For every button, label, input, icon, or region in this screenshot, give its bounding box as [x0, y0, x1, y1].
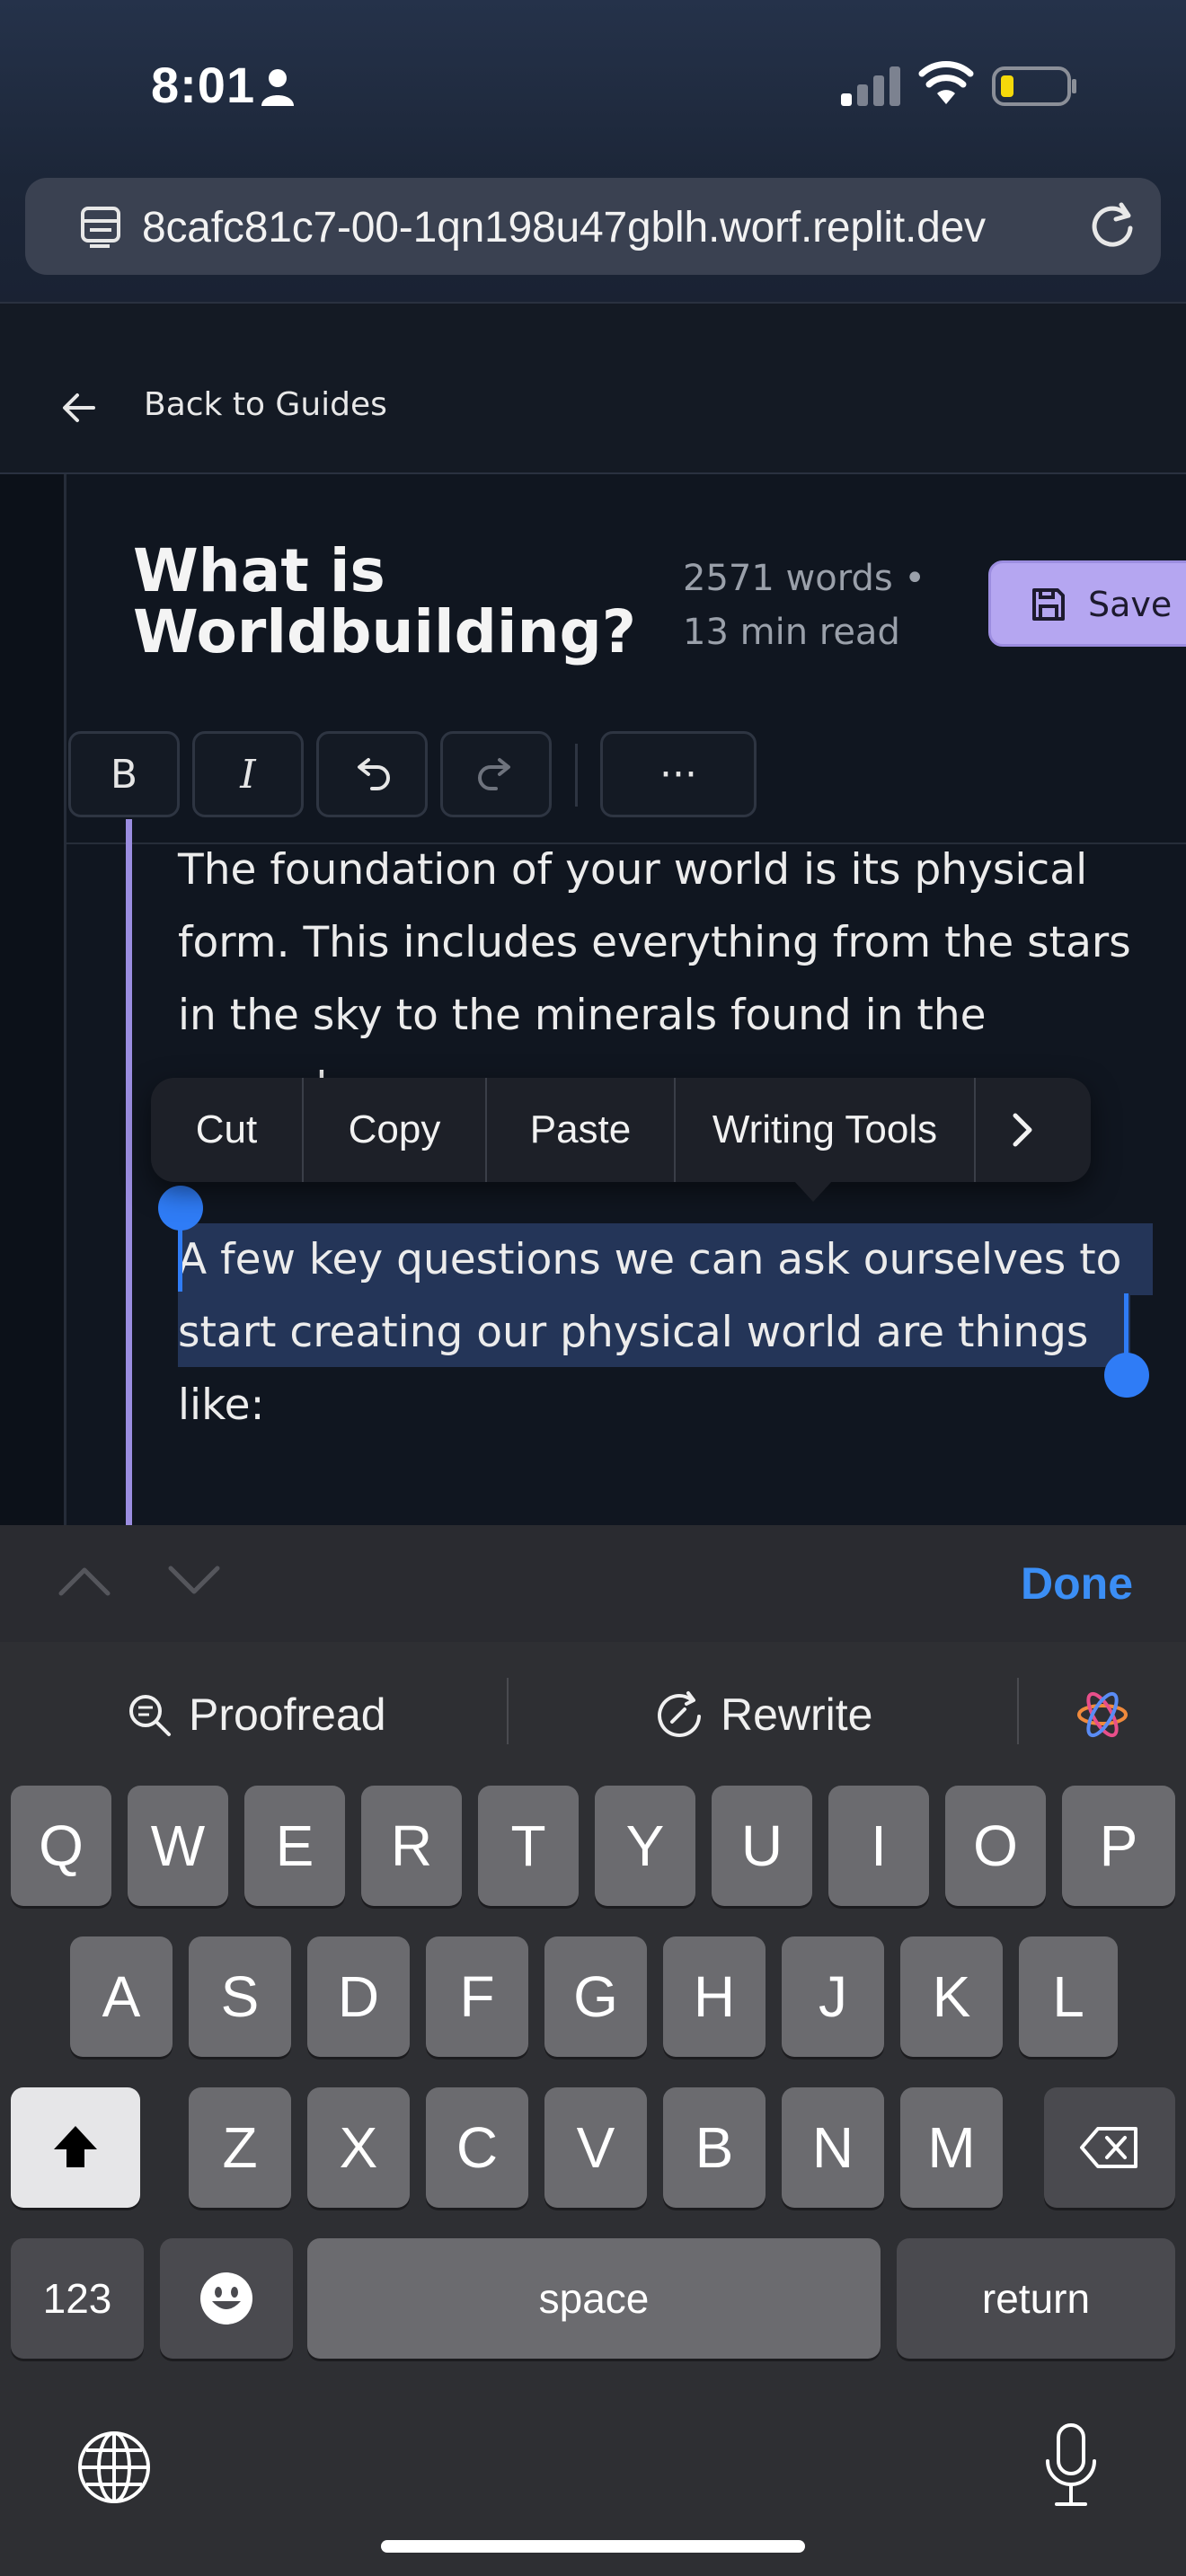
- key-o[interactable]: O: [945, 1786, 1046, 1906]
- key-i[interactable]: I: [828, 1786, 929, 1906]
- reading-meta: 2571 words • 13 min read: [683, 551, 943, 659]
- cellular-signal-icon: [841, 66, 900, 106]
- key-g[interactable]: G: [544, 1936, 647, 2057]
- key-p[interactable]: P: [1062, 1786, 1175, 1906]
- save-icon: [1032, 588, 1065, 621]
- status-time: 8:01: [151, 57, 256, 113]
- return-key[interactable]: return: [897, 2238, 1175, 2359]
- key-n[interactable]: N: [782, 2087, 884, 2208]
- address-bar[interactable]: 8cafc81c7-00-1qn198u47gblh.worf.replit.d…: [25, 178, 1161, 275]
- content-accent-bar: [126, 819, 132, 1525]
- selection-start-handle[interactable]: [158, 1186, 203, 1231]
- chevron-right-icon[interactable]: [996, 1103, 1049, 1157]
- redo-icon: [478, 758, 510, 790]
- proofread-icon: [129, 1695, 171, 1736]
- key-x[interactable]: X: [307, 2087, 410, 2208]
- key-h[interactable]: H: [663, 1936, 766, 2057]
- back-arrow-icon[interactable]: [61, 390, 97, 426]
- keyboard-accessory-bar: Done: [0, 1525, 1186, 1642]
- key-b[interactable]: B: [663, 2087, 766, 2208]
- page-menu-icon[interactable]: [77, 201, 128, 251]
- menu-item-copy[interactable]: Copy: [304, 1078, 487, 1182]
- selection-end-handle[interactable]: [1104, 1353, 1149, 1398]
- key-v[interactable]: V: [544, 2087, 647, 2208]
- editor-panel: What is Worldbuilding? 2571 words • 13 m…: [0, 474, 1186, 1525]
- save-label: Save: [1088, 585, 1173, 624]
- italic-button[interactable]: I: [192, 731, 304, 817]
- apple-intelligence-icon[interactable]: [1075, 1687, 1130, 1742]
- done-button[interactable]: Done: [1021, 1557, 1133, 1610]
- rewrite-button[interactable]: Rewrite: [654, 1689, 872, 1741]
- globe-icon[interactable]: [75, 2429, 153, 2506]
- microphone-icon[interactable]: [1042, 2422, 1100, 2510]
- delete-key[interactable]: [1044, 2087, 1175, 2208]
- app-header: Back to Guides: [0, 302, 1186, 474]
- key-d[interactable]: D: [307, 1936, 410, 2057]
- status-and-url-bar: 8:01 8cafc81c7-00-1qn198u47gblh.worf.rep…: [0, 0, 1186, 302]
- redo-button[interactable]: [440, 731, 552, 817]
- key-f[interactable]: F: [426, 1936, 528, 2057]
- menu-item-cut[interactable]: Cut: [151, 1078, 304, 1182]
- menu-item-writing-tools[interactable]: Writing Tools: [676, 1078, 976, 1182]
- chevron-up-icon[interactable]: [56, 1563, 113, 1599]
- save-button[interactable]: Save: [988, 560, 1186, 647]
- selected-paragraph[interactable]: A few key questions we can ask ourselves…: [178, 1223, 1157, 1442]
- more-options-button[interactable]: ···: [600, 731, 757, 817]
- word-count: 2571 words •: [683, 558, 925, 599]
- key-q[interactable]: Q: [11, 1786, 111, 1906]
- key-k[interactable]: K: [900, 1936, 1003, 2057]
- shift-key[interactable]: [11, 2087, 140, 2208]
- toolbar-divider: [575, 744, 578, 807]
- read-time: 13 min read: [683, 612, 900, 653]
- key-z[interactable]: Z: [189, 2087, 291, 2208]
- back-to-guides-link[interactable]: Back to Guides: [144, 386, 387, 423]
- person-icon: [261, 69, 294, 106]
- suggestion-divider: [1017, 1678, 1019, 1744]
- key-l[interactable]: L: [1019, 1936, 1118, 2057]
- reload-icon[interactable]: [1085, 199, 1139, 253]
- key-w[interactable]: W: [128, 1786, 228, 1906]
- key-j[interactable]: J: [782, 1936, 884, 2057]
- more-label: ···: [659, 751, 697, 798]
- key-t[interactable]: T: [478, 1786, 579, 1906]
- key-e[interactable]: E: [244, 1786, 345, 1906]
- shift-icon: [54, 2126, 97, 2167]
- rewrite-label: Rewrite: [721, 1689, 873, 1740]
- key-s[interactable]: S: [189, 1936, 291, 2057]
- chevron-down-icon[interactable]: [165, 1563, 223, 1599]
- proofread-label: Proofread: [189, 1689, 386, 1740]
- suggestion-divider: [507, 1678, 509, 1744]
- left-rail: [0, 474, 66, 1525]
- format-toolbar: B I ···: [66, 731, 1186, 844]
- emoji-key[interactable]: [160, 2238, 293, 2359]
- home-indicator[interactable]: [381, 2540, 805, 2553]
- rewrite-icon: [658, 1691, 701, 1737]
- writing-tools-row: Proofread Rewrite: [0, 1642, 1186, 1786]
- italic-label: I: [240, 751, 256, 798]
- on-screen-keyboard: Proofread Rewrite Q W E R T Y U I O P A …: [0, 1642, 1186, 2576]
- page-title[interactable]: What is Worldbuilding?: [133, 541, 636, 663]
- bold-label: B: [110, 751, 138, 798]
- key-y[interactable]: Y: [595, 1786, 695, 1906]
- wifi-icon: [918, 61, 974, 104]
- bold-button[interactable]: B: [68, 731, 180, 817]
- undo-icon: [358, 758, 390, 790]
- space-key[interactable]: space: [307, 2238, 881, 2359]
- emoji-icon: [200, 2272, 252, 2325]
- key-m[interactable]: M: [900, 2087, 1003, 2208]
- url-text[interactable]: 8cafc81c7-00-1qn198u47gblh.worf.replit.d…: [142, 203, 986, 252]
- menu-item-paste[interactable]: Paste: [487, 1078, 676, 1182]
- key-r[interactable]: R: [361, 1786, 462, 1906]
- key-c[interactable]: C: [426, 2087, 528, 2208]
- battery-low-icon: [992, 66, 1076, 106]
- backspace-icon: [1080, 2127, 1137, 2168]
- key-a[interactable]: A: [70, 1936, 173, 2057]
- proofread-button[interactable]: Proofread: [126, 1689, 386, 1741]
- key-u[interactable]: U: [712, 1786, 812, 1906]
- undo-button[interactable]: [316, 731, 428, 817]
- edit-context-menu: Cut Copy Paste Writing Tools: [151, 1078, 1091, 1202]
- numbers-key[interactable]: 123: [11, 2238, 144, 2359]
